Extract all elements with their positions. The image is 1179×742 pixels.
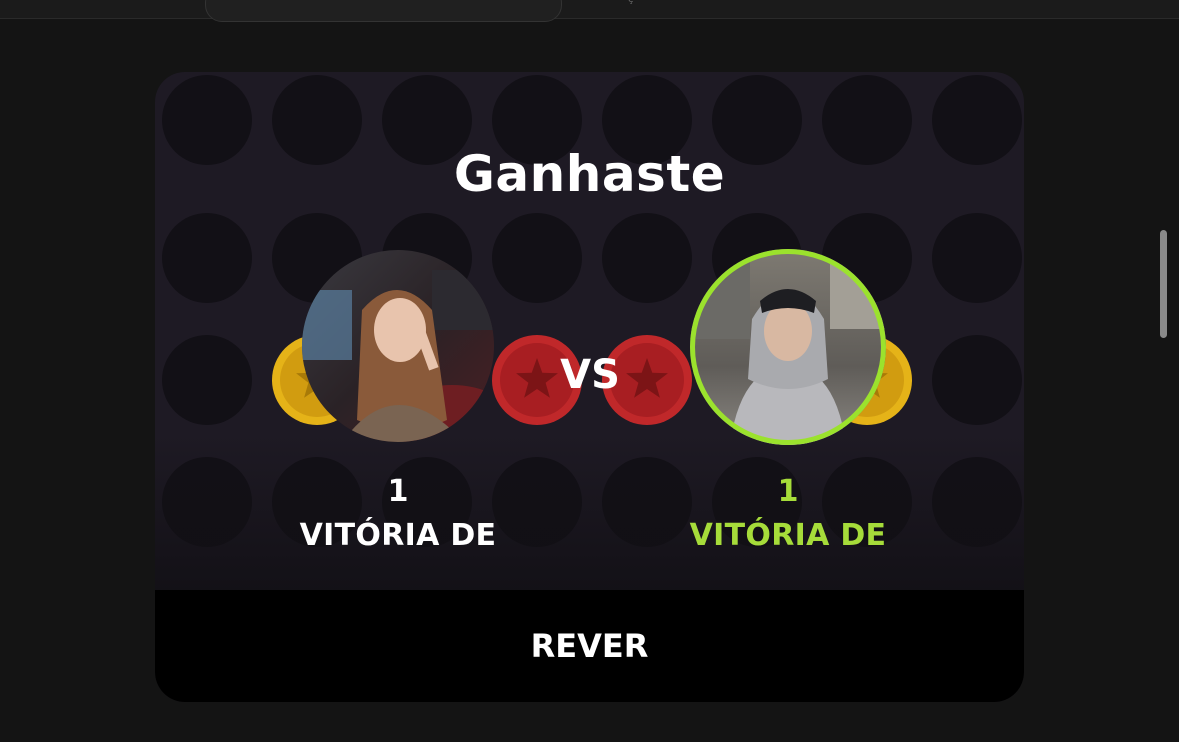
current-player-highlight-ring — [690, 249, 886, 445]
player-left-avatar — [302, 250, 494, 442]
top-search-pill[interactable] — [205, 0, 562, 22]
replay-button[interactable]: REVER — [155, 590, 1024, 702]
top-indicator-icon: ç — [628, 0, 636, 5]
empty-slot — [932, 213, 1022, 303]
player-right-wins-label: VITÓRIA DE — [689, 518, 887, 553]
player-right-wins-count: 1 — [777, 474, 799, 509]
empty-slot — [162, 335, 252, 425]
scrollbar[interactable] — [1160, 230, 1167, 338]
board-fade-overlay — [155, 432, 1024, 592]
empty-slot — [602, 213, 692, 303]
empty-slot — [492, 213, 582, 303]
versus-label: VS — [560, 352, 620, 398]
top-bar: ç — [0, 0, 1179, 22]
empty-slot — [162, 213, 252, 303]
player-left-wins-label: VITÓRIA DE — [299, 518, 497, 553]
result-title: Ganhaste — [453, 145, 726, 203]
player-left-wins-count: 1 — [387, 474, 409, 509]
empty-slot — [932, 335, 1022, 425]
avatar-left-image — [302, 250, 494, 442]
